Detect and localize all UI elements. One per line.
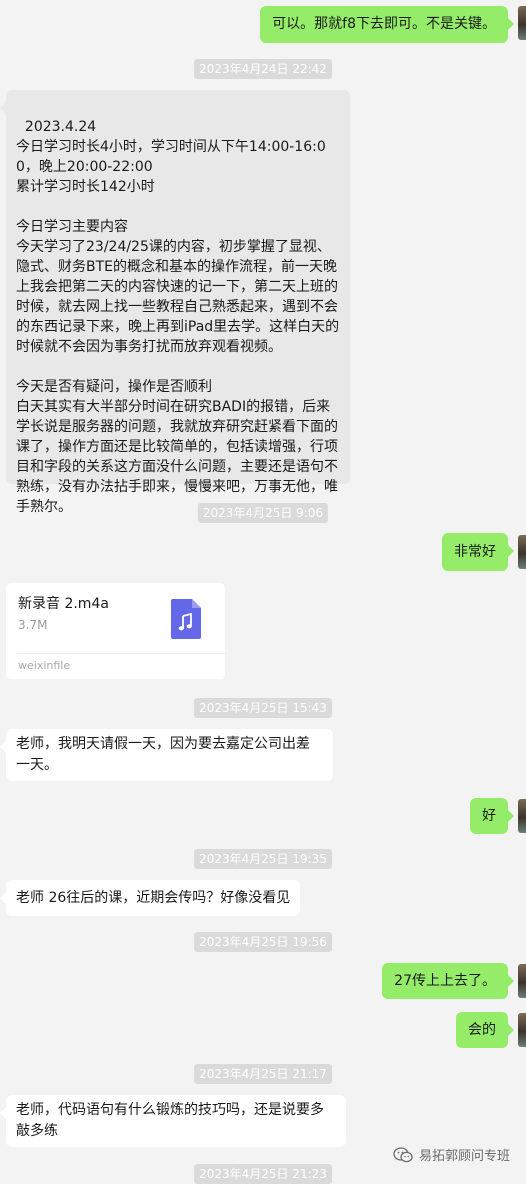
message-text: 老师 26往后的课，近期会传吗？好像没看见 — [16, 890, 291, 906]
timestamp: 2023年4月25日 15:43 — [194, 698, 332, 718]
message-text: 好 — [482, 808, 496, 824]
watermark-text: 易拓郭顾问专班 — [418, 1149, 510, 1164]
message-text: 老师，代码语句有什么锻炼的技巧吗，还是说要多敲多练 — [16, 1102, 324, 1139]
user-avatar[interactable] — [518, 964, 526, 998]
message-text: 非常好 — [454, 544, 496, 560]
message-text: 会的 — [468, 1022, 496, 1038]
message-text: 老师，我明天请假一天，因为要去嘉定公司出差一天。 — [16, 736, 310, 773]
message-bubble-outgoing[interactable]: 非常好 — [442, 533, 514, 571]
file-name: 新录音 2.m4a — [18, 596, 109, 612]
user-avatar[interactable] — [518, 6, 526, 40]
timestamp: 2023年4月25日 19:35 — [194, 849, 332, 869]
user-avatar[interactable] — [518, 799, 526, 833]
message-bubble-outgoing[interactable]: 好 — [470, 798, 514, 834]
file-source: weixinfile — [18, 659, 71, 672]
wechat-official-account-icon — [393, 1146, 413, 1162]
file-size: 3.7M — [18, 618, 48, 632]
message-bubble-incoming[interactable]: 2023.4.24 今日学习时长4小时，学习时间从下午14:00-16:00，晚… — [0, 90, 350, 515]
message-bubble-incoming[interactable]: 老师，代码语句有什么锻炼的技巧吗，还是说要多敲多练 — [0, 1095, 346, 1147]
timestamp: 2023年4月24日 22:42 — [194, 59, 332, 79]
message-text: 可以。那就f8下去即可。不是关键。 — [272, 16, 496, 32]
message-bubble-incoming[interactable]: 老师，我明天请假一天，因为要去嘉定公司出差一天。 — [0, 729, 333, 781]
file-message-card[interactable]: 新录音 2.m4a 3.7M weixinfile — [6, 583, 225, 679]
user-avatar[interactable] — [518, 1013, 526, 1047]
message-bubble-outgoing[interactable]: 27传上上去了。 — [382, 963, 514, 999]
audio-file-icon — [171, 599, 201, 639]
message-bubble-outgoing[interactable]: 会的 — [456, 1012, 514, 1048]
message-bubble-outgoing[interactable]: 可以。那就f8下去即可。不是关键。 — [260, 6, 514, 43]
message-text: 27传上上去了。 — [394, 973, 496, 989]
divider — [18, 653, 225, 654]
timestamp: 2023年4月25日 9:06 — [197, 503, 329, 523]
user-avatar[interactable] — [518, 535, 526, 569]
message-text: 2023.4.24 今日学习时长4小时，学习时间从下午14:00-16:00，晚… — [16, 119, 340, 515]
message-bubble-incoming[interactable]: 老师 26往后的课，近期会传吗？好像没看见 — [0, 880, 301, 916]
timestamp: 2023年4月25日 19:56 — [194, 932, 332, 952]
timestamp: 2023年4月25日 21:23 — [194, 1164, 332, 1184]
timestamp: 2023年4月25日 21:17 — [194, 1064, 332, 1084]
watermark: 易拓郭顾问专班 — [393, 1145, 510, 1164]
